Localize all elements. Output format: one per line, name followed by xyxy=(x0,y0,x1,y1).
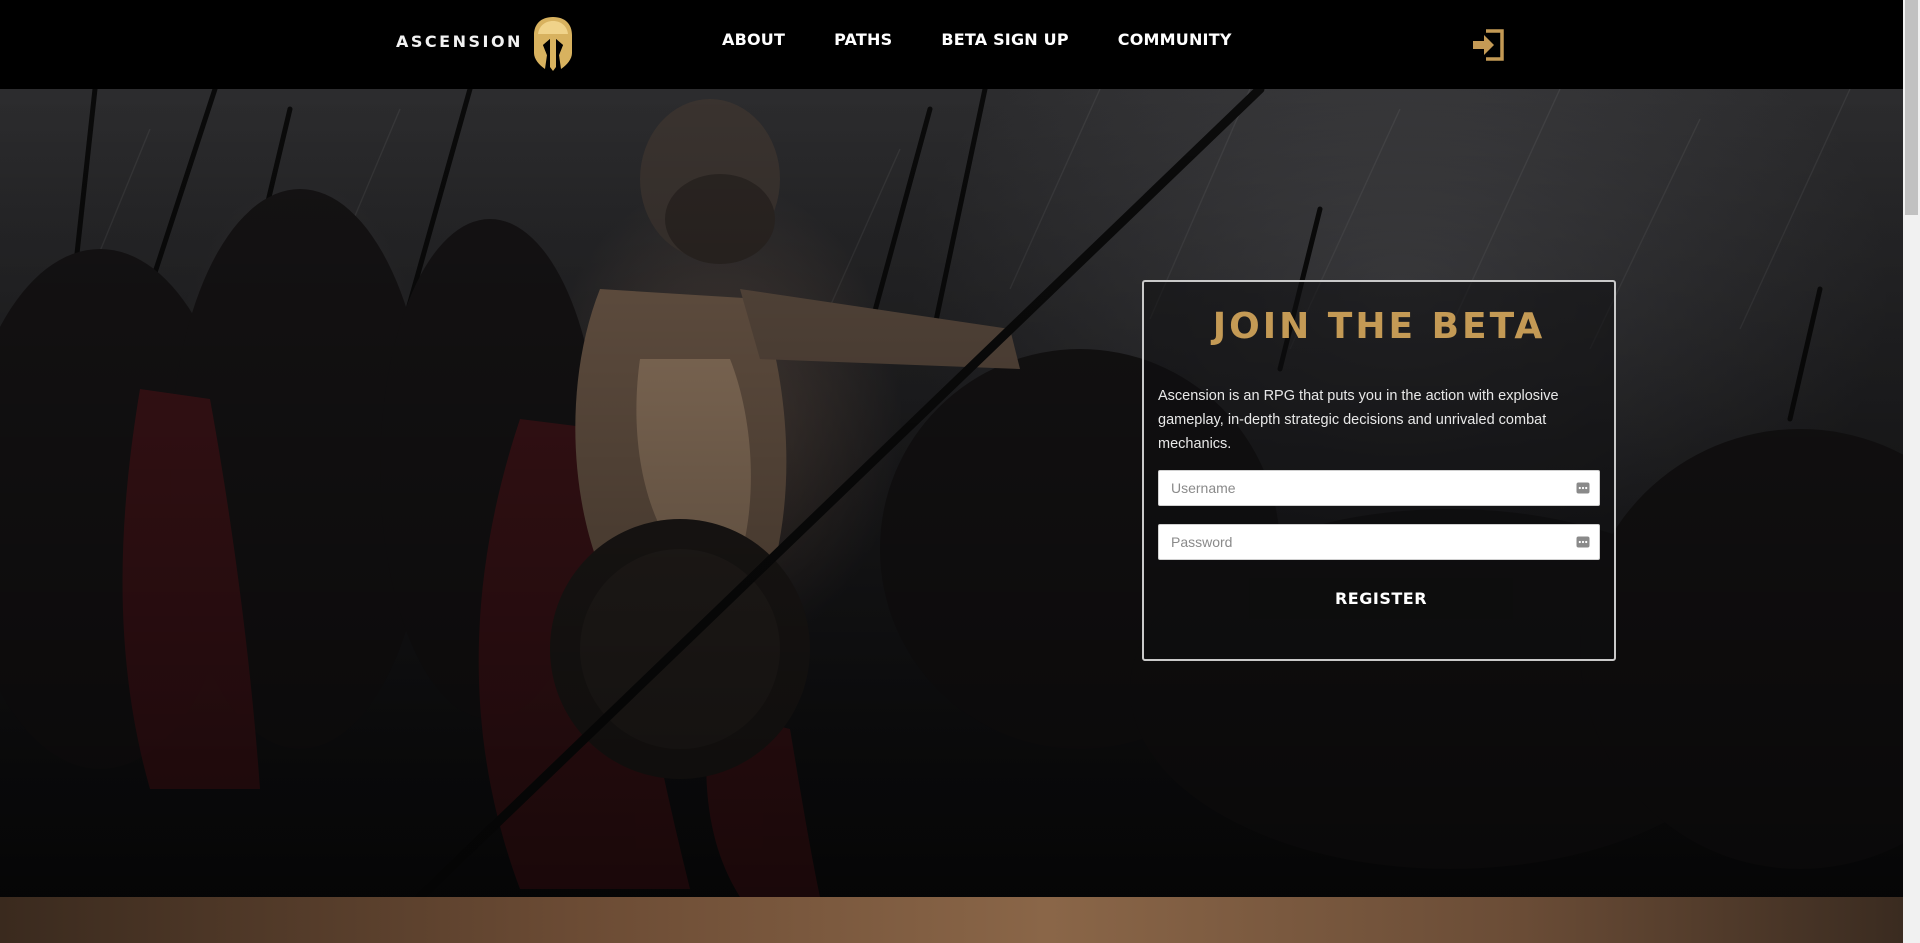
warrior-background-image xyxy=(0,89,1903,897)
beta-card-title: JOIN THE BETA xyxy=(1212,306,1546,347)
username-field-wrapper xyxy=(1158,470,1600,506)
spartan-helmet-logo-icon xyxy=(531,15,575,73)
username-input[interactable] xyxy=(1159,471,1583,505)
top-navigation-bar: ASCENSION ABOUT PATHS BETA SIGN UP COMMU… xyxy=(0,0,1903,89)
beta-card-description: Ascension is an RPG that puts you in the… xyxy=(1158,388,1559,452)
password-input[interactable] xyxy=(1159,525,1583,559)
brand-name: ASCENSION xyxy=(396,31,523,51)
page-scrollbar[interactable] xyxy=(1903,0,1920,943)
nav-item-beta-sign-up[interactable]: BETA SIGN UP xyxy=(941,30,1068,49)
password-manager-key-icon[interactable] xyxy=(1576,535,1590,553)
join-beta-card: JOIN THE BETA Ascension is an RPG that p… xyxy=(1142,280,1616,661)
login-icon[interactable] xyxy=(1470,28,1506,67)
main-navigation: ABOUT PATHS BETA SIGN UP COMMUNITY xyxy=(722,30,1281,49)
password-field-wrapper xyxy=(1158,524,1600,560)
nav-item-paths[interactable]: PATHS xyxy=(834,30,892,49)
scrollbar-thumb[interactable] xyxy=(1905,0,1918,215)
hero-section xyxy=(0,89,1903,897)
brand-logo-link[interactable]: ASCENSION xyxy=(396,14,575,74)
password-manager-key-icon[interactable] xyxy=(1576,481,1590,499)
register-button[interactable]: REGISTER xyxy=(1249,578,1513,619)
next-section-preview xyxy=(0,897,1903,943)
nav-item-about[interactable]: ABOUT xyxy=(722,30,785,49)
nav-item-community[interactable]: COMMUNITY xyxy=(1118,30,1232,49)
page: ASCENSION ABOUT PATHS BETA SIGN UP COMMU… xyxy=(0,0,1920,943)
